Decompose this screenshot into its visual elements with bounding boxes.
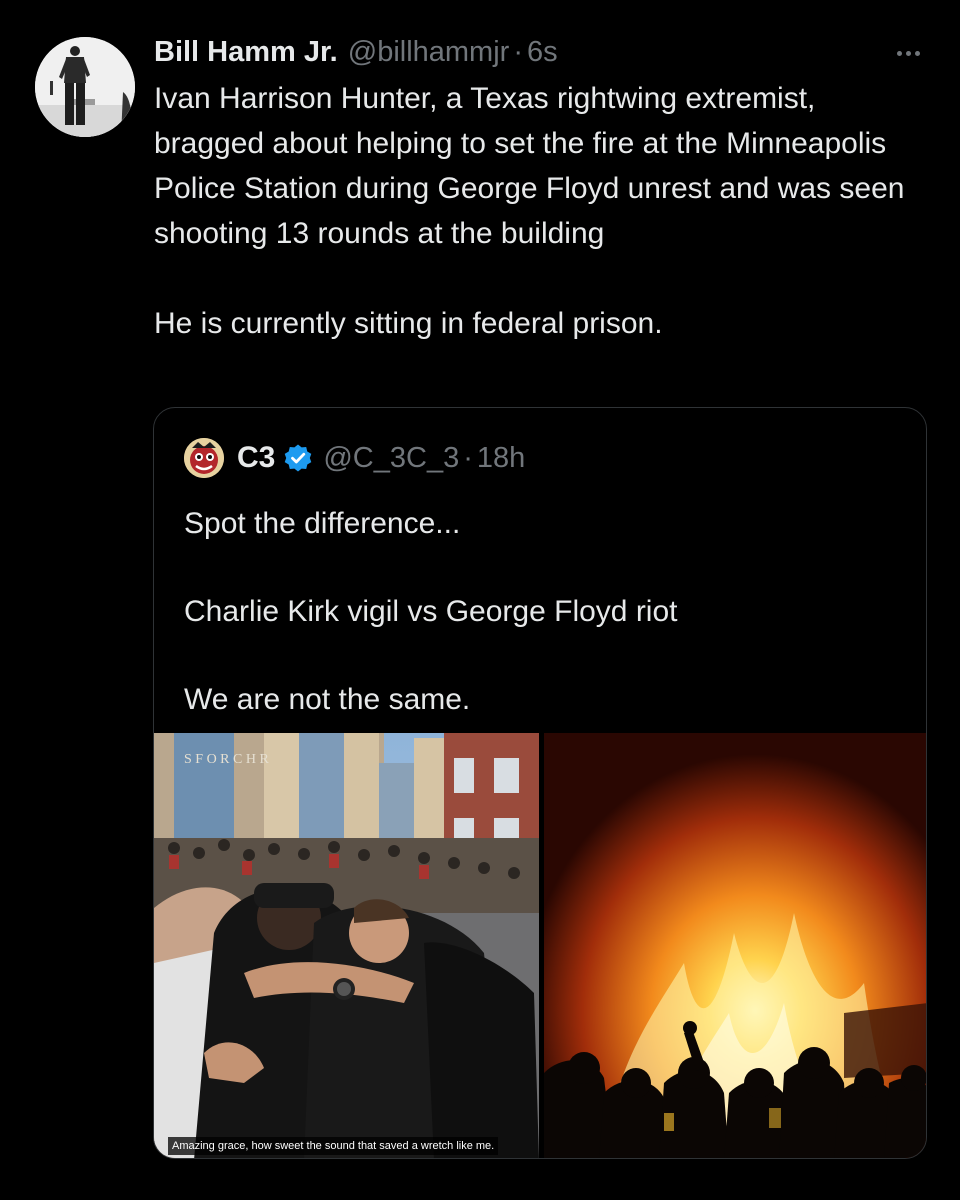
- svg-text:S F O R C H R: S F O R C H R: [184, 752, 269, 767]
- quoted-tweet-header: C3 @C_3C_3 · 18h: [184, 436, 525, 480]
- quoted-author-name[interactable]: C3: [237, 441, 275, 475]
- separator-dot: ·: [463, 441, 473, 474]
- quoted-author-handle[interactable]: @C_3C_3: [323, 442, 459, 475]
- author-handle[interactable]: @billhammjr: [348, 36, 510, 69]
- quoted-tweet[interactable]: C3 @C_3C_3 · 18h Spot the difference... …: [153, 407, 927, 1159]
- quoted-tweet-media[interactable]: S F O R C H R Amazing grace, how sweet t…: [154, 733, 926, 1158]
- quoted-tweet-timestamp[interactable]: 18h: [477, 442, 525, 475]
- verified-badge-icon: [283, 443, 313, 473]
- quoted-tweet-paragraph: We are not the same.: [184, 683, 471, 716]
- media-image-vigil[interactable]: S F O R C H R Amazing grace, how sweet t…: [154, 733, 539, 1158]
- tweet-header: Bill Hamm Jr. @billhammjr · 6s: [154, 36, 558, 76]
- tweet-paragraph: He is currently sitting in federal priso…: [154, 307, 663, 340]
- more-horizontal-icon[interactable]: [888, 40, 928, 66]
- quoted-tweet-paragraph: Spot the difference...: [184, 507, 461, 540]
- video-caption: Amazing grace, how sweet the sound that …: [168, 1137, 499, 1155]
- quoted-author-avatar[interactable]: [184, 438, 224, 478]
- quoted-tweet-paragraph: Charlie Kirk vigil vs George Floyd riot: [184, 595, 678, 628]
- tweet-paragraph: Ivan Harrison Hunter, a Texas rightwing …: [154, 82, 905, 250]
- author-avatar[interactable]: [35, 37, 135, 137]
- tweet-text: Ivan Harrison Hunter, a Texas rightwing …: [154, 76, 914, 346]
- separator-dot: ·: [513, 36, 523, 68]
- media-image-riot-fire[interactable]: [544, 733, 926, 1158]
- tweet[interactable]: Bill Hamm Jr. @billhammjr · 6s Ivan Harr…: [0, 0, 960, 1200]
- quoted-tweet-text: Spot the difference... Charlie Kirk vigi…: [184, 502, 904, 722]
- tweet-timestamp[interactable]: 6s: [527, 36, 558, 69]
- author-name[interactable]: Bill Hamm Jr.: [154, 36, 338, 69]
